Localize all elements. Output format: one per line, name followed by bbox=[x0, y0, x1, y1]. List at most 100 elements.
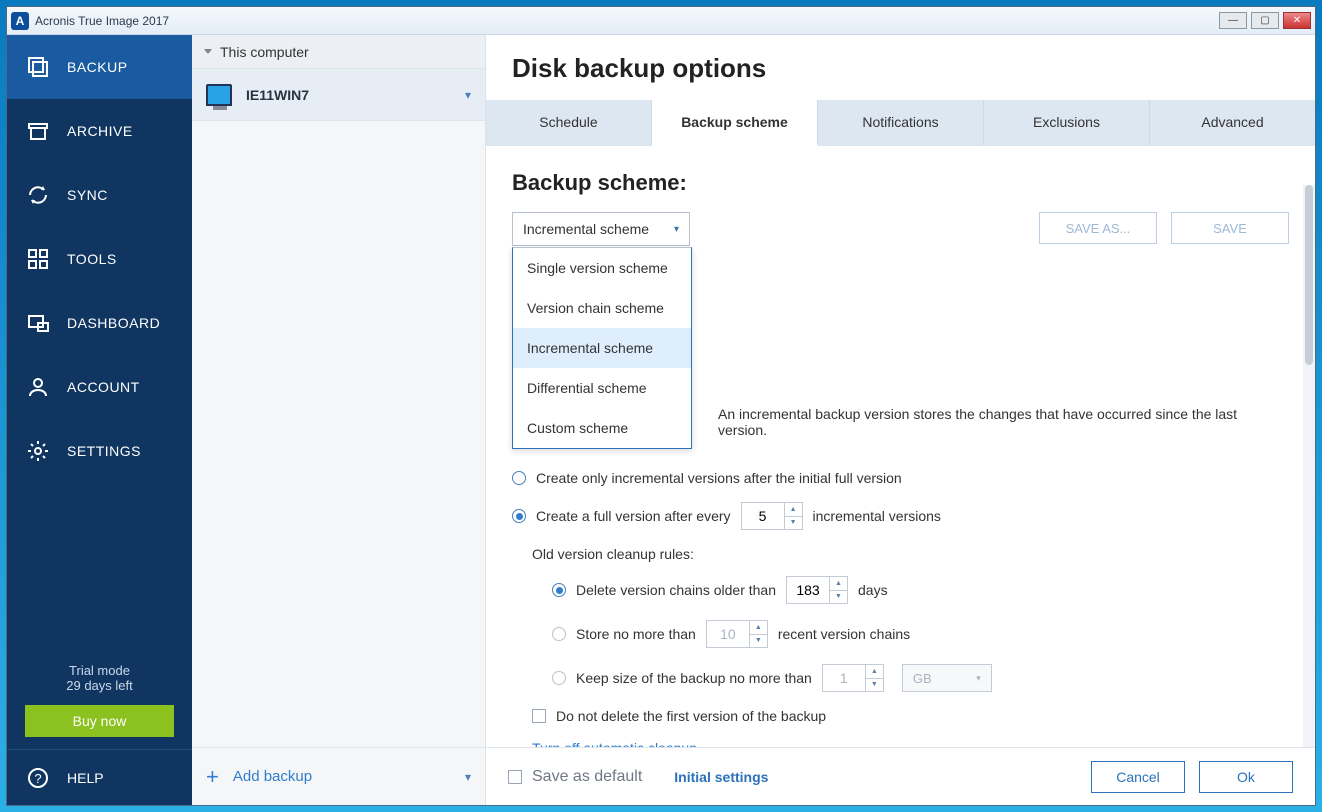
initial-settings-button[interactable]: Initial settings bbox=[656, 761, 786, 793]
sidebar-item-account[interactable]: ACCOUNT bbox=[7, 355, 192, 419]
scrollbar-thumb[interactable] bbox=[1305, 185, 1313, 365]
backup-icon bbox=[25, 54, 51, 80]
sidebar-label: SYNC bbox=[67, 187, 108, 203]
app-window: A Acronis True Image 2017 — ▢ ✕ BACKUP A… bbox=[6, 6, 1316, 806]
full-after-spinner[interactable]: ▲ ▼ bbox=[741, 502, 803, 530]
account-icon bbox=[25, 374, 51, 400]
tools-icon bbox=[25, 246, 51, 272]
trial-mode-text: Trial mode bbox=[7, 663, 192, 678]
sidebar: BACKUP ARCHIVE SYNC TOOLS bbox=[7, 35, 192, 805]
radio-full-after[interactable] bbox=[512, 509, 526, 523]
checkbox-no-delete-first-label: Do not delete the first version of the b… bbox=[556, 708, 826, 724]
backup-list-column: This computer IE11WIN7 ▾ + Add backup ▾ bbox=[192, 35, 486, 805]
sidebar-item-backup[interactable]: BACKUP bbox=[7, 35, 192, 99]
radio-only-incremental-label: Create only incremental versions after t… bbox=[536, 470, 902, 486]
rule-store-prefix: Store no more than bbox=[576, 626, 696, 642]
delete-older-spinner[interactable]: ▲ ▼ bbox=[786, 576, 848, 604]
backup-item[interactable]: IE11WIN7 ▾ bbox=[192, 69, 485, 121]
save-button[interactable]: SAVE bbox=[1171, 212, 1289, 244]
sidebar-label: DASHBOARD bbox=[67, 315, 160, 331]
size-unit-select: GB ▾ bbox=[902, 664, 992, 692]
tab-schedule[interactable]: Schedule bbox=[486, 100, 652, 145]
radio-only-incremental[interactable] bbox=[512, 471, 526, 485]
app-title: Acronis True Image 2017 bbox=[35, 14, 169, 28]
buy-now-button[interactable]: Buy now bbox=[25, 705, 174, 737]
minimize-button[interactable]: — bbox=[1219, 12, 1247, 29]
spinner-down-icon: ▼ bbox=[866, 678, 883, 692]
gear-icon bbox=[25, 438, 51, 464]
help-icon: ? bbox=[25, 765, 51, 791]
spinner-down-icon: ▼ bbox=[750, 634, 767, 648]
radio-store-no-more[interactable] bbox=[552, 627, 566, 641]
tab-advanced[interactable]: Advanced bbox=[1150, 100, 1315, 145]
tab-exclusions[interactable]: Exclusions bbox=[984, 100, 1150, 145]
backup-item-label: IE11WIN7 bbox=[246, 87, 451, 103]
spinner-up-icon[interactable]: ▲ bbox=[830, 577, 847, 590]
sidebar-item-tools[interactable]: TOOLS bbox=[7, 227, 192, 291]
radio-full-after-suffix: incremental versions bbox=[813, 508, 941, 524]
checkbox-no-delete-first[interactable] bbox=[532, 709, 546, 723]
spinner-down-icon[interactable]: ▼ bbox=[785, 516, 802, 530]
chevron-down-icon[interactable]: ▾ bbox=[465, 88, 471, 102]
backup-list-header[interactable]: This computer bbox=[192, 35, 485, 69]
tab-bar: Schedule Backup scheme Notifications Exc… bbox=[486, 100, 1315, 146]
sidebar-item-dashboard[interactable]: DASHBOARD bbox=[7, 291, 192, 355]
footer-bar: Save as default Initial settings Cancel … bbox=[486, 747, 1315, 805]
sidebar-label: SETTINGS bbox=[67, 443, 141, 459]
cleanup-header: Old version cleanup rules: bbox=[532, 546, 1289, 562]
page-title: Disk backup options bbox=[486, 35, 1315, 100]
sidebar-label: TOOLS bbox=[67, 251, 117, 267]
section-title: Backup scheme: bbox=[512, 170, 1289, 196]
scheme-option-differential[interactable]: Differential scheme bbox=[513, 368, 691, 408]
dashboard-icon bbox=[25, 310, 51, 336]
app-body: BACKUP ARCHIVE SYNC TOOLS bbox=[7, 35, 1315, 805]
sidebar-item-settings[interactable]: SETTINGS bbox=[7, 419, 192, 483]
size-input bbox=[823, 665, 865, 691]
scheme-select-value: Incremental scheme bbox=[523, 221, 649, 237]
radio-keep-size[interactable] bbox=[552, 671, 566, 685]
scheme-option-incremental[interactable]: Incremental scheme bbox=[513, 328, 691, 368]
sidebar-label: ACCOUNT bbox=[67, 379, 140, 395]
add-backup-label: Add backup bbox=[233, 768, 312, 785]
full-after-input[interactable] bbox=[742, 503, 784, 529]
add-backup-button[interactable]: + Add backup ▾ bbox=[192, 747, 485, 805]
scheme-description: An incremental backup version stores the… bbox=[718, 406, 1289, 438]
scheme-dropdown: Single version scheme Version chain sche… bbox=[512, 247, 692, 449]
spinner-up-icon[interactable]: ▲ bbox=[785, 503, 802, 516]
sidebar-item-help[interactable]: ? HELP bbox=[7, 749, 192, 805]
sidebar-item-sync[interactable]: SYNC bbox=[7, 163, 192, 227]
svg-text:?: ? bbox=[34, 771, 41, 786]
rule-delete-suffix: days bbox=[858, 582, 888, 598]
chevron-down-icon: ▾ bbox=[976, 673, 981, 684]
sidebar-item-archive[interactable]: ARCHIVE bbox=[7, 99, 192, 163]
delete-older-input[interactable] bbox=[787, 577, 829, 603]
plus-icon: + bbox=[206, 764, 219, 790]
scheme-select[interactable]: Incremental scheme ▾ Single version sche… bbox=[512, 212, 690, 246]
vertical-scrollbar[interactable] bbox=[1303, 185, 1315, 747]
chevron-down-icon[interactable]: ▾ bbox=[465, 770, 471, 784]
store-input bbox=[707, 621, 749, 647]
turn-off-cleanup-link[interactable]: Turn off automatic cleanup bbox=[532, 740, 1289, 747]
titlebar: A Acronis True Image 2017 — ▢ ✕ bbox=[7, 7, 1315, 35]
tab-backup-scheme[interactable]: Backup scheme bbox=[652, 100, 818, 146]
sidebar-label: ARCHIVE bbox=[67, 123, 133, 139]
ok-button[interactable]: Ok bbox=[1199, 761, 1293, 793]
chevron-down-icon: ▾ bbox=[674, 224, 679, 235]
main-content: Disk backup options Schedule Backup sche… bbox=[486, 35, 1315, 805]
spinner-down-icon[interactable]: ▼ bbox=[830, 590, 847, 604]
maximize-button[interactable]: ▢ bbox=[1251, 12, 1279, 29]
cancel-button[interactable]: Cancel bbox=[1091, 761, 1185, 793]
backup-list-header-label: This computer bbox=[220, 44, 309, 60]
window-controls: — ▢ ✕ bbox=[1219, 12, 1311, 29]
scheme-option-custom[interactable]: Custom scheme bbox=[513, 408, 691, 448]
tab-notifications[interactable]: Notifications bbox=[818, 100, 984, 145]
scheme-option-versionchain[interactable]: Version chain scheme bbox=[513, 288, 691, 328]
scheme-option-single[interactable]: Single version scheme bbox=[513, 248, 691, 288]
radio-delete-older[interactable] bbox=[552, 583, 566, 597]
help-label: HELP bbox=[67, 770, 104, 786]
checkbox-save-default[interactable] bbox=[508, 770, 522, 784]
close-button[interactable]: ✕ bbox=[1283, 12, 1311, 29]
save-as-button[interactable]: SAVE AS... bbox=[1039, 212, 1157, 244]
caret-down-icon bbox=[204, 49, 212, 54]
size-spinner: ▲ ▼ bbox=[822, 664, 884, 692]
